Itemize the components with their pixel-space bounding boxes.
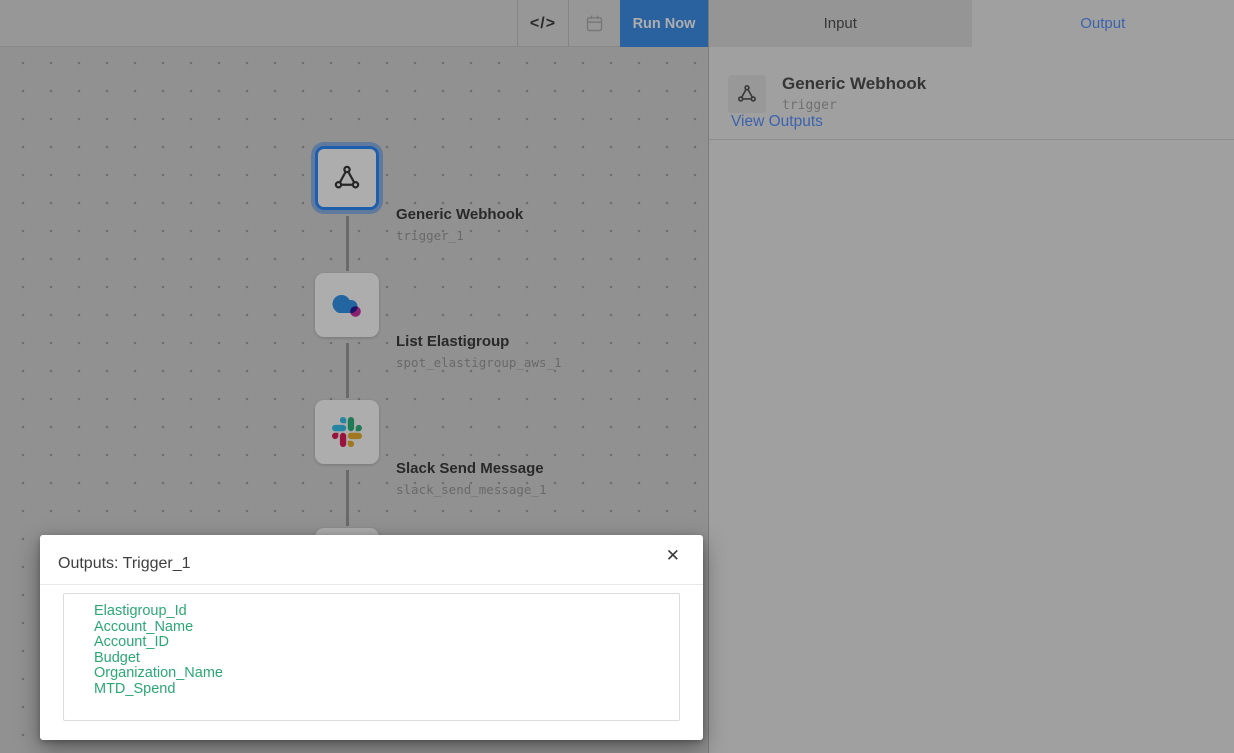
output-link[interactable]: Account_ID (94, 635, 679, 651)
outputs-list: Elastigroup_Id Account_Name Account_ID B… (63, 593, 680, 721)
modal-title: Outputs: Trigger_1 (58, 555, 191, 573)
output-link[interactable]: MTD_Spend (94, 682, 679, 698)
output-link[interactable]: Elastigroup_Id (94, 604, 679, 620)
modal-header: Outputs: Trigger_1 ✕ (40, 535, 703, 585)
output-link[interactable]: Account_Name (94, 620, 679, 636)
output-link[interactable]: Organization_Name (94, 666, 679, 682)
output-link[interactable]: Budget (94, 651, 679, 667)
outputs-modal: Outputs: Trigger_1 ✕ Elastigroup_Id Acco… (40, 535, 703, 740)
workflow-editor-app: </> Run Now (0, 0, 1234, 753)
close-icon[interactable]: ✕ (666, 546, 680, 566)
